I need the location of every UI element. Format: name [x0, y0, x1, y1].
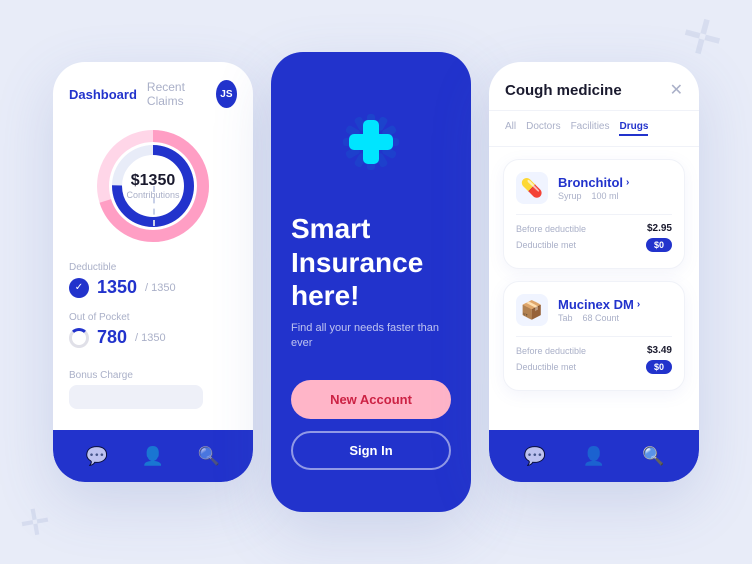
tab-recent-claims[interactable]: Recent Claims — [147, 80, 206, 108]
drug-icon-2: 📦 — [516, 294, 548, 326]
user-avatar: JS — [216, 80, 237, 108]
before-deductible-row-2: Before deductible $3.49 — [516, 345, 672, 356]
dashboard-bottom-nav: 💬 👤 🔍 — [53, 430, 253, 482]
before-label-2: Before deductible — [516, 346, 586, 356]
medicine-title: Cough medicine — [505, 82, 622, 99]
insurance-subtitle: Find all your needs faster than ever — [291, 321, 451, 352]
phone-dashboard: Dashboard Recent Claims JS $1350 Contrib… — [53, 62, 253, 482]
drug-info-1: Bronchitol › Syrup 100 ml — [558, 175, 629, 201]
drug-card-mucinex[interactable]: 📦 Mucinex DM › Tab 68 Count Before deduc… — [503, 281, 685, 391]
donut-center: $1350 Contributions — [126, 172, 179, 200]
contribution-label: Contributions — [126, 190, 179, 200]
filter-tabs: All Doctors Facilities Drugs — [489, 111, 699, 147]
stats-section: Deductible ✓ 1350 / 1350 Out of Pocket 7… — [53, 254, 253, 370]
drug-icon-1: 💊 — [516, 172, 548, 204]
cross-container — [291, 82, 451, 202]
deductible-main: 1350 — [97, 277, 137, 298]
nav-user-icon[interactable]: 👤 — [142, 446, 164, 467]
drug-info-2: Mucinex DM › Tab 68 Count — [558, 297, 640, 323]
drug-header-2: 📦 Mucinex DM › Tab 68 Count — [516, 294, 672, 326]
before-price-1: $2.95 — [647, 223, 672, 234]
drug-meta-1: Syrup 100 ml — [558, 191, 629, 201]
close-button[interactable]: ✕ — [670, 80, 683, 100]
drug-chevron-2: › — [637, 299, 640, 310]
nav-search-icon[interactable]: 🔍 — [198, 446, 220, 467]
filter-drugs[interactable]: Drugs — [619, 121, 648, 136]
deductible-sub: / 1350 — [145, 282, 176, 294]
bonus-section: Bonus Charge — [53, 370, 253, 409]
insurance-title: Smart Insurance here! — [291, 212, 451, 313]
donut-chart: $1350 Contributions — [53, 126, 253, 246]
medicine-nav-chat-icon[interactable]: 💬 — [523, 446, 545, 467]
contribution-amount: $1350 — [126, 172, 179, 190]
out-of-pocket-row: Out of Pocket 780 / 1350 — [69, 312, 237, 348]
phone-insurance: Smart Insurance here! Find all your need… — [271, 52, 471, 512]
drug-prices-1: Before deductible $2.95 Deductible met $… — [516, 214, 672, 252]
out-of-pocket-main: 780 — [97, 327, 127, 348]
out-of-pocket-sub: / 1350 — [135, 332, 166, 344]
drug-prices-2: Before deductible $3.49 Deductible met $… — [516, 336, 672, 374]
medicine-nav-search-icon[interactable]: 🔍 — [642, 446, 664, 467]
met-label-2: Deductible met — [516, 362, 576, 372]
deductible-label: Deductible — [69, 262, 237, 273]
deductible-check-icon: ✓ — [69, 278, 89, 298]
dashboard-header: Dashboard Recent Claims JS — [53, 62, 253, 118]
filter-facilities[interactable]: Facilities — [571, 121, 610, 136]
nav-chat-icon[interactable]: 💬 — [86, 446, 108, 467]
drug-header-1: 💊 Bronchitol › Syrup 100 ml — [516, 172, 672, 204]
out-of-pocket-ring-icon — [69, 328, 89, 348]
met-badge-2: $0 — [646, 360, 672, 374]
out-of-pocket-values: 780 / 1350 — [69, 327, 237, 348]
met-label-1: Deductible met — [516, 240, 576, 250]
out-of-pocket-label: Out of Pocket — [69, 312, 237, 323]
bonus-value-bar — [69, 385, 203, 409]
before-price-2: $3.49 — [647, 345, 672, 356]
filter-all[interactable]: All — [505, 121, 516, 136]
before-label-1: Before deductible — [516, 224, 586, 234]
deductible-row: Deductible ✓ 1350 / 1350 — [69, 262, 237, 298]
deductible-met-row-2: Deductible met $0 — [516, 360, 672, 374]
medicine-nav-user-icon[interactable]: 👤 — [583, 446, 605, 467]
met-badge-1: $0 — [646, 238, 672, 252]
medical-cross-icon — [345, 116, 397, 168]
new-account-button[interactable]: New Account — [291, 380, 451, 419]
tab-dashboard[interactable]: Dashboard — [69, 87, 137, 102]
drug-card-bronchitol[interactable]: 💊 Bronchitol › Syrup 100 ml Before deduc… — [503, 159, 685, 269]
bonus-label: Bonus Charge — [69, 370, 237, 381]
phones-container: Dashboard Recent Claims JS $1350 Contrib… — [33, 32, 719, 532]
before-deductible-row-1: Before deductible $2.95 — [516, 223, 672, 234]
filter-doctors[interactable]: Doctors — [526, 121, 560, 136]
medicine-bottom-nav: 💬 👤 🔍 — [489, 430, 699, 482]
drug-name-1: Bronchitol › — [558, 175, 629, 190]
medicine-header: Cough medicine ✕ — [489, 62, 699, 111]
deductible-values: ✓ 1350 / 1350 — [69, 277, 237, 298]
drug-chevron-1: › — [626, 177, 629, 188]
deductible-met-row-1: Deductible met $0 — [516, 238, 672, 252]
phone-medicine: Cough medicine ✕ All Doctors Facilities … — [489, 62, 699, 482]
drug-name-2: Mucinex DM › — [558, 297, 640, 312]
drug-meta-2: Tab 68 Count — [558, 313, 640, 323]
sign-in-button[interactable]: Sign In — [291, 431, 451, 470]
insurance-content: Smart Insurance here! Find all your need… — [271, 52, 471, 512]
